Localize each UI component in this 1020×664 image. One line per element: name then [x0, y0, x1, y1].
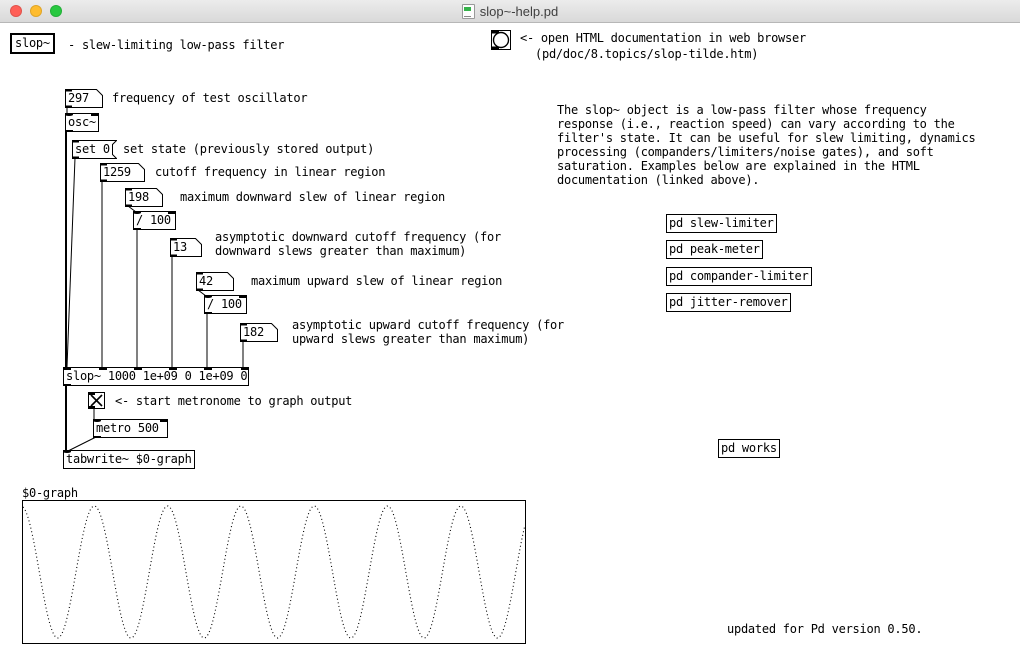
comment-up-slew: maximum upward slew of linear region: [251, 274, 502, 288]
object-box-tabwrite: tabwrite~ $0-graph: [63, 450, 195, 469]
comment-cutoff: cutoff frequency in linear region: [155, 165, 385, 179]
inlet-nub[interactable]: [65, 113, 73, 116]
inlet-nub[interactable]: [204, 367, 212, 370]
window-titlebar: slop~-help.pd: [0, 0, 1020, 23]
waveform-graph[interactable]: [22, 500, 526, 644]
graph-label: $0-graph: [22, 486, 78, 500]
comment-down-slew: maximum downward slew of linear region: [180, 190, 445, 204]
message-box-set-state[interactable]: set 0: [72, 140, 117, 159]
inlet-nub[interactable]: [63, 450, 71, 453]
object-box-metro: metro 500: [93, 419, 168, 438]
number-box-osc-freq[interactable]: 297: [65, 89, 103, 108]
number-box-up-slew[interactable]: 42: [196, 272, 234, 291]
outlet-nub[interactable]: [63, 384, 71, 387]
bang-open-docs[interactable]: [491, 30, 511, 50]
object-box-slop-title: slop~: [10, 33, 55, 54]
subpatch-slew-limiter[interactable]: pd slew-limiter: [666, 214, 777, 233]
comment-up-asym: asymptotic upward cutoff frequency (for …: [292, 318, 564, 346]
window-title: slop~-help.pd: [480, 4, 558, 19]
inlet-nub[interactable]: [133, 211, 141, 214]
title-comment: - slew-limiting low-pass filter: [68, 38, 284, 52]
number-box-up-asym[interactable]: 182: [240, 323, 278, 342]
toggle-start-metronome[interactable]: [88, 392, 105, 409]
inlet-nub[interactable]: [93, 419, 101, 422]
outlet-nub[interactable]: [65, 130, 73, 133]
sine-wave-plot: [23, 501, 525, 643]
subpatch-works[interactable]: pd works: [718, 439, 780, 458]
doc-comment-line1: <- open HTML documentation in web browse…: [520, 31, 806, 45]
subpatch-compander-limiter[interactable]: pd compander-limiter: [666, 267, 812, 286]
object-box-osc: osc~: [65, 113, 99, 132]
object-box-slop-main: slop~ 1000 1e+09 0 1e+09 0: [63, 367, 249, 386]
comment-osc-freq: frequency of test oscillator: [112, 91, 307, 105]
subpatch-peak-meter[interactable]: pd peak-meter: [666, 240, 763, 259]
footer-comment: updated for Pd version 0.50.: [727, 622, 922, 636]
object-box-div-a: / 100: [133, 211, 176, 230]
outlet-nub[interactable]: [93, 436, 101, 439]
inlet-nub[interactable]: [204, 295, 212, 298]
comment-down-asym: asymptotic downward cutoff frequency (fo…: [215, 230, 501, 258]
outlet-nub[interactable]: [133, 228, 141, 231]
outlet-nub[interactable]: [204, 312, 212, 315]
toggle-x-icon: [89, 393, 104, 408]
inlet-nub[interactable]: [160, 419, 168, 422]
inlet-nub[interactable]: [99, 367, 107, 370]
number-box-down-slew[interactable]: 198: [125, 188, 163, 207]
inlet-nub[interactable]: [241, 367, 249, 370]
object-box-div-b: / 100: [204, 295, 247, 314]
inlet-nub[interactable]: [168, 211, 176, 214]
inlet-nub[interactable]: [63, 367, 71, 370]
comment-set-state: set state (previously stored output): [123, 142, 374, 156]
description-paragraph: The slop~ object is a low-pass filter wh…: [557, 103, 975, 187]
inlet-nub[interactable]: [169, 367, 177, 370]
pd-file-icon: [462, 4, 475, 19]
bang-circle-icon: [492, 31, 510, 49]
inlet-nub[interactable]: [91, 113, 99, 116]
doc-comment-line2: (pd/doc/8.topics/slop-tilde.htm): [535, 47, 758, 61]
comment-metro: <- start metronome to graph output: [115, 394, 352, 408]
subpatch-jitter-remover[interactable]: pd jitter-remover: [666, 293, 791, 312]
number-box-cutoff[interactable]: 1259: [100, 163, 145, 182]
inlet-nub[interactable]: [239, 295, 247, 298]
inlet-nub[interactable]: [134, 367, 142, 370]
number-box-down-asym[interactable]: 13: [170, 238, 202, 257]
